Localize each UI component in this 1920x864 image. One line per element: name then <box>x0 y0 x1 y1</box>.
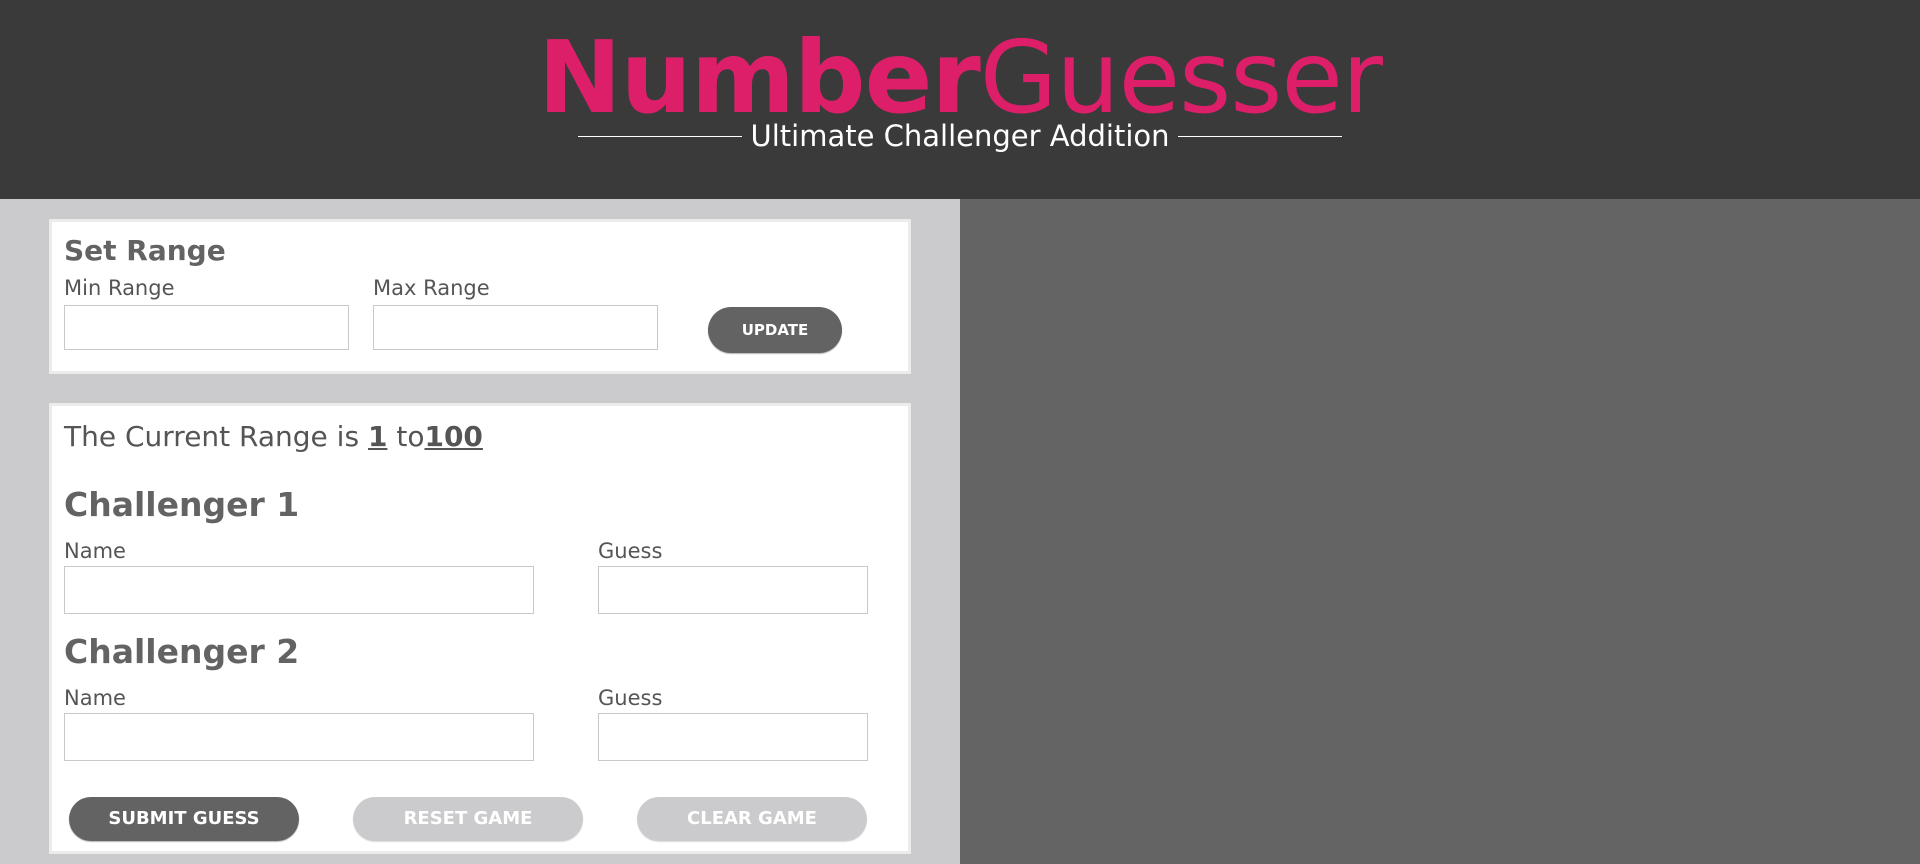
current-range-min: 1 <box>367 420 388 453</box>
current-range-text: The Current Range is 1 to100 <box>64 420 483 453</box>
max-range-input[interactable] <box>373 305 658 350</box>
min-range-input[interactable] <box>64 305 349 350</box>
subtitle-left-rule <box>578 135 743 137</box>
set-range-title: Set Range <box>64 234 226 267</box>
min-range-label: Min Range <box>64 276 175 300</box>
subtitle-row: Ultimate Challenger Addition <box>578 118 1343 154</box>
challenger-2-guess-input[interactable] <box>598 713 868 761</box>
current-range-max: 100 <box>424 420 483 453</box>
challenger-2-title: Challenger 2 <box>64 632 300 671</box>
challenger-1-title: Challenger 1 <box>64 485 300 524</box>
current-range-prefix: The Current Range is <box>64 420 360 453</box>
reset-game-button[interactable]: RESET GAME <box>353 797 583 841</box>
current-range-to: to <box>396 420 425 453</box>
submit-guess-button[interactable]: SUBMIT GUESS <box>69 797 299 841</box>
game-card <box>49 403 911 854</box>
app-header: NumberGuesser Ultimate Challenger Additi… <box>0 0 1920 199</box>
right-panel <box>960 199 1920 864</box>
challenger-1-guess-input[interactable] <box>598 566 868 614</box>
subtitle-right-rule <box>1177 135 1343 137</box>
challenger-2-name-label: Name <box>64 686 126 710</box>
challenger-2-guess-label: Guess <box>598 686 663 710</box>
clear-game-button[interactable]: CLEAR GAME <box>637 797 867 841</box>
challenger-1-guess-label: Guess <box>598 539 663 563</box>
challenger-2-name-input[interactable] <box>64 713 534 761</box>
challenger-1-name-label: Name <box>64 539 126 563</box>
max-range-label: Max Range <box>373 276 490 300</box>
app-subtitle: Ultimate Challenger Addition <box>750 119 1170 153</box>
challenger-1-name-input[interactable] <box>64 566 534 614</box>
update-button[interactable]: UPDATE <box>708 307 842 353</box>
